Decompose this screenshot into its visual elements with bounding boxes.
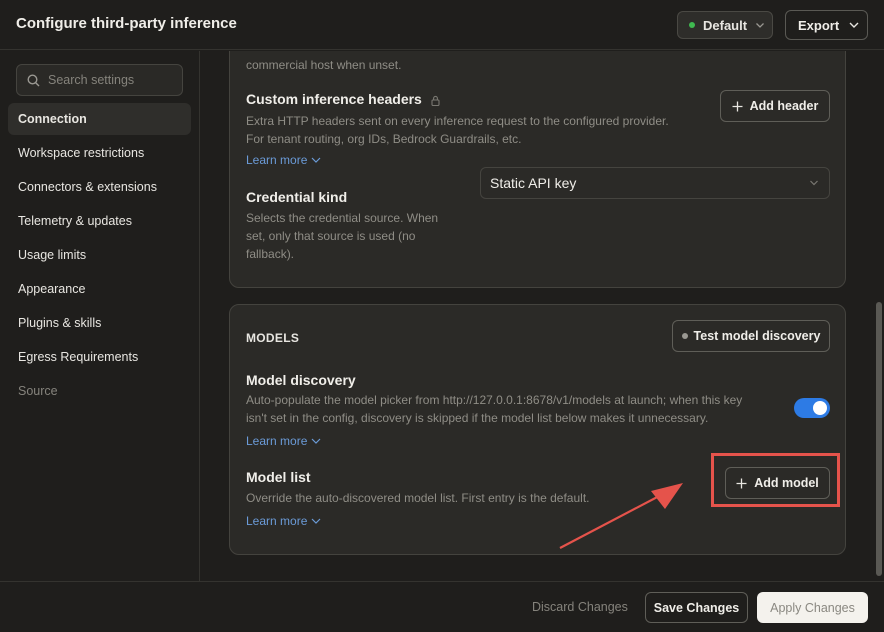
sidebar-item-egress-requirements[interactable]: Egress Requirements — [8, 341, 191, 373]
model-discovery-desc-1: Auto-populate the model picker from http… — [246, 393, 743, 407]
export-button[interactable]: Export — [785, 10, 868, 40]
sidebar-nav: Connection Workspace restrictions Connec… — [8, 103, 191, 409]
chevron-down-icon — [810, 180, 818, 186]
model-discovery-title: Model discovery — [246, 372, 356, 388]
credential-desc-1: Selects the credential source. When — [246, 211, 439, 225]
model-list-desc: Override the auto-discovered model list.… — [246, 491, 590, 505]
export-label: Export — [798, 17, 840, 33]
chevron-down-icon — [311, 157, 321, 163]
profile-label: Default — [703, 17, 748, 33]
window-title: Configure third-party inference — [16, 15, 237, 32]
search-icon — [27, 73, 40, 86]
custom-headers-desc-2: For tenant routing, org IDs, Bedrock Gua… — [246, 132, 522, 146]
status-dot-icon — [681, 333, 688, 339]
credential-kind-value: Static API key — [490, 175, 577, 191]
sidebar-item-connection[interactable]: Connection — [8, 103, 191, 135]
custom-headers-title: Custom inference headers — [246, 91, 440, 107]
annotation-highlight-box — [711, 453, 840, 507]
model-list-title: Model list — [246, 469, 311, 485]
footer-bar: Discard Changes Save Changes Apply Chang… — [0, 581, 884, 632]
custom-headers-desc-1: Extra HTTP headers sent on every inferen… — [246, 114, 669, 128]
sidebar-item-workspace-restrictions[interactable]: Workspace restrictions — [8, 137, 191, 169]
models-section-label: MODELS — [246, 331, 300, 345]
status-dot-icon — [689, 22, 695, 28]
custom-headers-title-text: Custom inference headers — [246, 91, 422, 107]
connection-card: commercial host when unset. Custom infer… — [229, 51, 846, 288]
title-bar: Configure third-party inference Default … — [0, 0, 884, 50]
sidebar-item-usage-limits[interactable]: Usage limits — [8, 239, 191, 271]
truncated-description: commercial host when unset. — [246, 58, 402, 72]
apply-changes-button[interactable]: Apply Changes — [757, 592, 868, 623]
sidebar-item-connectors-extensions[interactable]: Connectors & extensions — [8, 171, 191, 203]
save-changes-button[interactable]: Save Changes — [645, 592, 748, 623]
lock-icon — [431, 95, 440, 106]
test-model-discovery-button[interactable]: Test model discovery — [672, 320, 830, 352]
discovery-learn-more-link[interactable]: Learn more — [246, 434, 321, 448]
model-discovery-desc-2: isn't set in the config, discovery is sk… — [246, 411, 709, 425]
annotation-arrow-icon — [559, 483, 683, 549]
chevron-down-icon — [311, 518, 321, 524]
search-box — [16, 64, 183, 96]
sidebar-item-source[interactable]: Source — [8, 375, 191, 407]
sidebar-item-appearance[interactable]: Appearance — [8, 273, 191, 305]
credential-desc-2: set, only that source is used (no — [246, 229, 416, 243]
models-card: MODELS Test model discovery Model discov… — [229, 304, 846, 555]
credential-desc-3: fallback). — [246, 247, 295, 261]
add-header-label: Add header — [749, 99, 819, 113]
chevron-down-icon — [849, 22, 859, 28]
test-model-discovery-label: Test model discovery — [693, 329, 821, 343]
learn-more-label: Learn more — [246, 153, 308, 167]
discard-changes-button[interactable]: Discard Changes — [532, 600, 628, 614]
chevron-down-icon — [756, 23, 765, 28]
add-header-button[interactable]: Add header — [720, 90, 830, 122]
sidebar-item-plugins-skills[interactable]: Plugins & skills — [8, 307, 191, 339]
sidebar-item-telemetry-updates[interactable]: Telemetry & updates — [8, 205, 191, 237]
profile-dropdown[interactable]: Default — [677, 11, 773, 39]
model-list-learn-more-link[interactable]: Learn more — [246, 514, 321, 528]
credential-kind-title: Credential kind — [246, 189, 348, 205]
model-discovery-toggle[interactable] — [794, 398, 830, 418]
plus-icon — [732, 101, 743, 111]
learn-more-label: Learn more — [246, 434, 308, 448]
headers-learn-more-link[interactable]: Learn more — [246, 153, 321, 167]
credential-kind-select[interactable]: Static API key — [480, 167, 830, 199]
learn-more-label: Learn more — [246, 514, 308, 528]
sidebar: Connection Workspace restrictions Connec… — [0, 51, 200, 581]
chevron-down-icon — [311, 438, 321, 444]
search-input[interactable] — [48, 73, 178, 87]
scrollbar-thumb[interactable] — [876, 302, 882, 576]
